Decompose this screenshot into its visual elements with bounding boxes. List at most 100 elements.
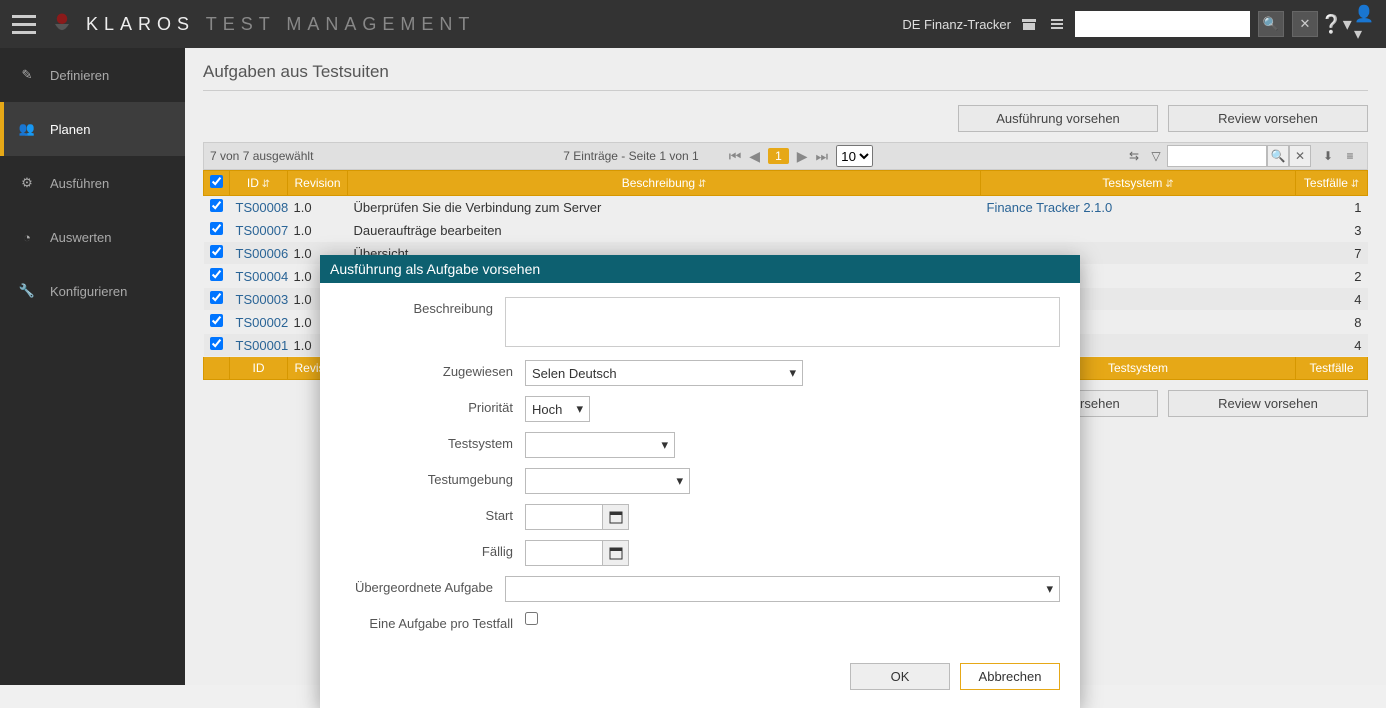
description-input[interactable] (505, 297, 1060, 347)
cell-cases: 7 (1296, 242, 1368, 265)
testsuite-id-link[interactable]: TS00004 (236, 269, 289, 284)
row-checkbox[interactable] (210, 337, 223, 350)
app-title: KLAROS TEST MANAGEMENT (86, 14, 475, 35)
modal-title: Ausführung als Aufgabe vorsehen (320, 255, 1080, 283)
page-size-select[interactable]: 10 (836, 145, 873, 167)
calendar-icon[interactable] (603, 540, 629, 566)
schedule-execution-modal: Ausführung als Aufgabe vorsehen Beschrei… (320, 255, 1080, 708)
users-icon: 👥 (18, 120, 36, 138)
top-actions: Ausführung vorsehen Review vorsehen (203, 105, 1368, 132)
sidebar-item-ausfuehren[interactable]: ⚙ Ausführen (0, 156, 185, 210)
th-id[interactable]: ID (230, 171, 288, 196)
row-checkbox[interactable] (210, 291, 223, 304)
archive-icon[interactable] (1019, 14, 1039, 34)
cell-cases: 4 (1296, 288, 1368, 311)
th-check[interactable] (204, 171, 230, 196)
cancel-button[interactable]: Abbrechen (960, 663, 1060, 690)
start-date-input[interactable] (525, 504, 603, 530)
entries-label: 7 Einträge - Seite 1 von 1 (563, 149, 698, 163)
sidebar-item-definieren[interactable]: ✎ Definieren (0, 48, 185, 102)
parent-task-select[interactable] (505, 576, 1060, 602)
page-title: Aufgaben aus Testsuiten (203, 62, 1368, 82)
priority-select[interactable]: Hoch (525, 396, 590, 422)
project-name: DE Finanz-Tracker (902, 17, 1011, 32)
cell-desc: Überprüfen Sie die Verbindung zum Server (348, 196, 981, 219)
assigned-select[interactable]: Selen Deutsch (525, 360, 803, 386)
due-date-input[interactable] (525, 540, 603, 566)
label-due: Fällig (340, 540, 525, 559)
clear-search-button[interactable]: ✕ (1292, 11, 1318, 37)
cell-revision: 1.0 (288, 196, 348, 219)
sidebar-item-konfigurieren[interactable]: 🔧 Konfigurieren (0, 264, 185, 318)
app-header: KLAROS TEST MANAGEMENT DE Finanz-Tracker… (0, 0, 1386, 48)
filter-clear-button[interactable]: ✕ (1289, 145, 1311, 167)
ok-button[interactable]: OK (850, 663, 950, 690)
calendar-icon[interactable] (603, 504, 629, 530)
columns-icon[interactable]: ≡ (1339, 145, 1361, 167)
row-checkbox[interactable] (210, 314, 223, 327)
th-desc[interactable]: Beschreibung (348, 171, 981, 196)
first-page-icon[interactable]: ⏮ (729, 148, 742, 165)
row-checkbox[interactable] (210, 268, 223, 281)
wrench-icon: 🔧 (18, 282, 36, 300)
testsystem-select[interactable] (525, 432, 675, 458)
label-priority: Priorität (340, 396, 525, 415)
cell-cases: 1 (1296, 196, 1368, 219)
search-button[interactable]: 🔍 (1258, 11, 1284, 37)
tree-icon[interactable]: ⇆ (1123, 145, 1145, 167)
list-icon[interactable] (1047, 14, 1067, 34)
gear-icon: ⚙ (18, 174, 36, 192)
th-cases[interactable]: Testfälle (1296, 171, 1368, 196)
row-checkbox[interactable] (210, 199, 223, 212)
review-button-bottom[interactable]: Review vorsehen (1168, 390, 1368, 417)
next-page-icon[interactable]: ▶ (797, 148, 808, 165)
environment-select[interactable] (525, 468, 690, 494)
row-checkbox[interactable] (210, 222, 223, 235)
table-row: TS00008 1.0 Überprüfen Sie die Verbindun… (204, 196, 1368, 219)
current-page: 1 (768, 148, 789, 164)
table-row: TS00007 1.0 Daueraufträge bearbeiten 3 (204, 219, 1368, 242)
label-per-case: Eine Aufgabe pro Testfall (340, 612, 525, 631)
table-toolbar: 7 von 7 ausgewählt 7 Einträge - Seite 1 … (203, 142, 1368, 170)
th-revision[interactable]: Revision (288, 171, 348, 196)
testsuite-id-link[interactable]: TS00006 (236, 246, 289, 261)
th-sys[interactable]: Testsystem (981, 171, 1296, 196)
global-search-input[interactable] (1075, 11, 1250, 37)
label-parent: Übergeordnete Aufgabe (340, 576, 505, 595)
help-icon[interactable]: ❔▾ (1326, 14, 1346, 34)
edit-icon: ✎ (18, 66, 36, 84)
label-assigned: Zugewiesen (340, 360, 525, 379)
cell-cases: 2 (1296, 265, 1368, 288)
review-button-top[interactable]: Review vorsehen (1168, 105, 1368, 132)
chart-icon: ◔ (18, 228, 36, 246)
cell-revision: 1.0 (288, 219, 348, 242)
testsuite-id-link[interactable]: TS00007 (236, 223, 289, 238)
sidebar-item-auswerten[interactable]: ◔ Auswerten (0, 210, 185, 264)
cell-cases: 4 (1296, 334, 1368, 357)
testsuite-id-link[interactable]: TS00003 (236, 292, 289, 307)
selection-count: 7 von 7 ausgewählt (210, 149, 313, 163)
cell-desc: Daueraufträge bearbeiten (348, 219, 981, 242)
testsuite-id-link[interactable]: TS00008 (236, 200, 289, 215)
label-testsystem: Testsystem (340, 432, 525, 451)
filter-search-button[interactable]: 🔍 (1267, 145, 1289, 167)
filter-input[interactable] (1167, 145, 1267, 167)
testsuite-id-link[interactable]: TS00002 (236, 315, 289, 330)
menu-icon[interactable] (12, 12, 36, 36)
label-environment: Testumgebung (340, 468, 525, 487)
execute-button-top[interactable]: Ausführung vorsehen (958, 105, 1158, 132)
sidebar-item-planen[interactable]: 👥 Planen (0, 102, 185, 156)
testsuite-id-link[interactable]: TS00001 (236, 338, 289, 353)
export-icon[interactable]: ⬇ (1317, 145, 1339, 167)
filter-icon[interactable]: ▽ (1145, 145, 1167, 167)
label-description: Beschreibung (340, 297, 505, 316)
app-logo (48, 10, 76, 38)
last-page-icon[interactable]: ⏭ (816, 148, 829, 165)
label-start: Start (340, 504, 525, 523)
row-checkbox[interactable] (210, 245, 223, 258)
user-icon[interactable]: 👤▾ (1354, 14, 1374, 34)
per-testcase-checkbox[interactable] (525, 612, 538, 625)
prev-page-icon[interactable]: ◀ (749, 148, 760, 165)
cell-cases: 3 (1296, 219, 1368, 242)
testsystem-link[interactable]: Finance Tracker 2.1.0 (987, 200, 1113, 215)
